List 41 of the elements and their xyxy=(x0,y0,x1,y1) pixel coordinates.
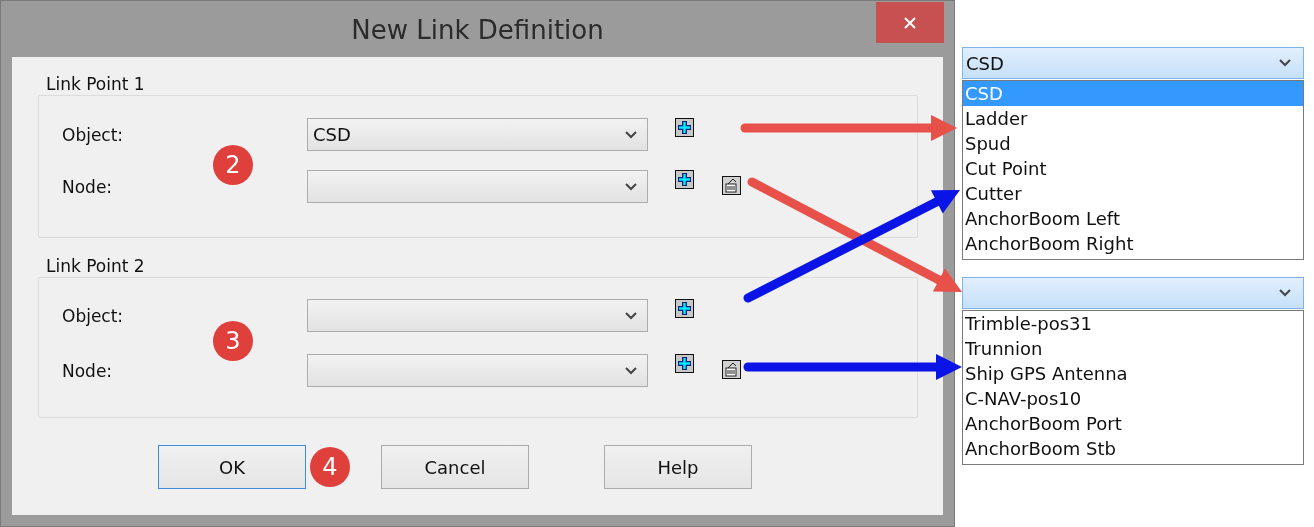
dropdown-field[interactable] xyxy=(307,354,648,387)
field-label: Node: xyxy=(62,360,114,381)
dropdown-field[interactable] xyxy=(307,299,648,332)
close-icon xyxy=(903,15,917,30)
properties-icon[interactable] xyxy=(722,360,741,379)
list-option[interactable]: Ship GPS Antenna xyxy=(963,361,1303,386)
list-option[interactable]: Trimble-pos31 xyxy=(963,311,1303,336)
plus-icon[interactable] xyxy=(675,354,694,373)
field-label: Object: xyxy=(62,305,125,326)
list-option[interactable]: AnchorBoom Stb xyxy=(963,436,1303,461)
group-title: Link Point 2 xyxy=(46,256,145,277)
chevron-icon xyxy=(1279,59,1291,67)
window-title: New Link Definition xyxy=(351,15,604,45)
dialog-button[interactable]: OK xyxy=(158,445,306,489)
dropdown-field[interactable]: CSD xyxy=(307,118,648,151)
field-label: Object: xyxy=(62,124,125,145)
chevron-icon xyxy=(625,182,637,191)
list-option[interactable]: Trunnion xyxy=(963,336,1303,361)
field-label: Node: xyxy=(62,176,114,197)
chevron-icon xyxy=(625,311,637,320)
group-title: Link Point 1 xyxy=(46,74,145,95)
chevron-icon xyxy=(625,366,637,375)
chevron-icon xyxy=(625,130,637,139)
dropdown-field[interactable] xyxy=(307,170,648,203)
dialog-button[interactable]: Cancel xyxy=(381,445,529,489)
list-option[interactable]: AnchorBoom Port xyxy=(963,411,1303,436)
plus-icon[interactable] xyxy=(675,299,694,318)
plus-icon[interactable] xyxy=(675,170,694,189)
list-option[interactable]: Spud xyxy=(963,131,1303,156)
dropdown-field[interactable] xyxy=(962,277,1304,309)
list-option[interactable]: AnchorBoom Left xyxy=(963,206,1303,231)
dropdown-field[interactable]: CSD xyxy=(962,47,1304,79)
list-option[interactable]: C-NAV-pos10 xyxy=(963,386,1303,411)
list-option[interactable]: Ladder xyxy=(963,106,1303,131)
chevron-icon xyxy=(1279,289,1291,297)
list-option[interactable]: Cutter xyxy=(963,181,1303,206)
dialog-button[interactable]: Help xyxy=(604,445,752,489)
properties-icon[interactable] xyxy=(722,176,741,195)
list-option[interactable]: Cut Point xyxy=(963,156,1303,181)
plus-icon[interactable] xyxy=(675,118,694,137)
list-option[interactable]: AnchorBoom Right xyxy=(963,231,1303,256)
